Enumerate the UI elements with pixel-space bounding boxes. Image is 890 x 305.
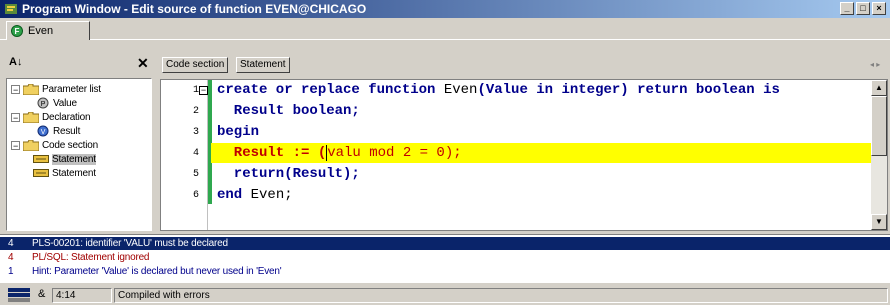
tree-item-statement[interactable]: Statement [33, 152, 96, 166]
tab-even[interactable]: F Even [6, 21, 90, 40]
tree-label: Parameter list [42, 83, 101, 95]
message-text: PL/SQL: Statement ignored [32, 252, 150, 263]
code-line-3: begin [217, 124, 260, 140]
line-number-gutter: 1 2 3 4 5 6 [161, 80, 208, 230]
breadcrumb-statement[interactable]: Statement [236, 57, 290, 73]
line-number: 4 [192, 148, 199, 159]
variable-icon: V [37, 125, 49, 137]
tree-item-result[interactable]: V Result [37, 124, 80, 138]
tree-label: Declaration [42, 111, 91, 123]
collapse-icon[interactable]: − [11, 140, 20, 150]
tree-item-value[interactable]: P Value [37, 96, 77, 110]
collapse-icon[interactable]: − [11, 84, 20, 94]
tree-item-parameter-list[interactable]: − Parameter list [11, 82, 101, 96]
tree-item-declaration[interactable]: − Declaration [11, 110, 91, 124]
code-line-4-error: Result := (valu mod 2 = 0); [211, 143, 871, 163]
title-bar: Program Window - Edit source of function… [0, 0, 890, 18]
compile-messages[interactable]: 4 PLS-00201: identifier 'VALU' must be d… [0, 234, 890, 283]
maximize-button[interactable]: □ [856, 2, 870, 15]
close-outline-icon[interactable]: ✕ [137, 55, 149, 72]
statement-icon [33, 169, 49, 177]
minimize-button[interactable]: _ [840, 2, 854, 15]
tab-label: Even [28, 25, 54, 37]
tree-label: Value [53, 97, 77, 109]
message-line: 1 [8, 266, 14, 277]
breadcrumb-code-section[interactable]: Code section [162, 57, 229, 73]
status-text: Compiled with errors [114, 288, 888, 303]
message-row[interactable]: 4 PLS-00201: identifier 'VALU' must be d… [0, 237, 890, 250]
svg-text:V: V [41, 129, 46, 136]
tree-label: Statement [52, 153, 96, 165]
modified-marker [208, 80, 212, 204]
folder-icon [23, 111, 39, 123]
tree-item-code-section[interactable]: − Code section [11, 138, 98, 152]
line-number: 1 [192, 85, 199, 96]
close-window-button[interactable]: × [872, 2, 886, 15]
status-bar: & 4:14 Compiled with errors [0, 286, 890, 305]
cursor-position: 4:14 [52, 288, 112, 303]
scroll-thumb[interactable] [871, 96, 887, 156]
code-line-2: Result boolean; [217, 103, 360, 119]
tab-strip: F Even [0, 19, 890, 40]
code-line-6: end Even; [217, 187, 293, 203]
folder-icon [23, 139, 39, 151]
tree-label: Result [53, 125, 81, 137]
outline-toolbar: A↓ ✕ [5, 54, 155, 74]
vertical-scrollbar[interactable]: ▲ ▼ [871, 80, 887, 230]
code-editor[interactable]: 1 2 3 4 5 6 − create or replace function… [160, 79, 888, 231]
scroll-down-button[interactable]: ▼ [871, 214, 887, 230]
message-text: Hint: Parameter 'Value' is declared but … [32, 266, 282, 277]
tree-label: Statement [52, 167, 96, 179]
message-row[interactable]: 4 PL/SQL: Statement ignored [0, 251, 890, 264]
ampersand-indicator: & [38, 288, 46, 300]
tree-item-statement[interactable]: Statement [33, 166, 96, 180]
code-line-5: return(Result); [217, 166, 360, 182]
line-number: 6 [192, 190, 199, 201]
statement-icon [33, 155, 49, 163]
message-line: 4 [8, 238, 14, 249]
breadcrumb-scroll-icon[interactable]: ◂ ▸ [870, 60, 880, 69]
program-window-icon [5, 4, 17, 14]
svg-text:F: F [15, 27, 20, 36]
collapse-icon[interactable]: − [11, 112, 20, 122]
window-title: Program Window - Edit source of function… [22, 2, 367, 16]
code-line-1: create or replace function Even(Value in… [217, 82, 780, 98]
tree-label: Code section [42, 139, 98, 151]
message-text: PLS-00201: identifier 'VALU' must be dec… [32, 238, 228, 249]
editor-mode-icon [8, 288, 30, 302]
parameter-icon: P [37, 97, 49, 109]
svg-text:P: P [41, 101, 46, 108]
line-number: 3 [192, 127, 199, 138]
line-number: 5 [192, 169, 199, 180]
message-row[interactable]: 1 Hint: Parameter 'Value' is declared bu… [0, 265, 890, 278]
line-number: 2 [192, 106, 199, 117]
sort-icon[interactable]: A↓ [9, 56, 22, 68]
outline-tree[interactable]: − Parameter list P Value − Declaration V… [6, 78, 152, 231]
fold-icon[interactable]: − [199, 86, 208, 95]
scroll-up-button[interactable]: ▲ [871, 80, 887, 96]
function-icon: F [11, 25, 23, 37]
message-line: 4 [8, 252, 14, 263]
folder-icon [23, 83, 39, 95]
